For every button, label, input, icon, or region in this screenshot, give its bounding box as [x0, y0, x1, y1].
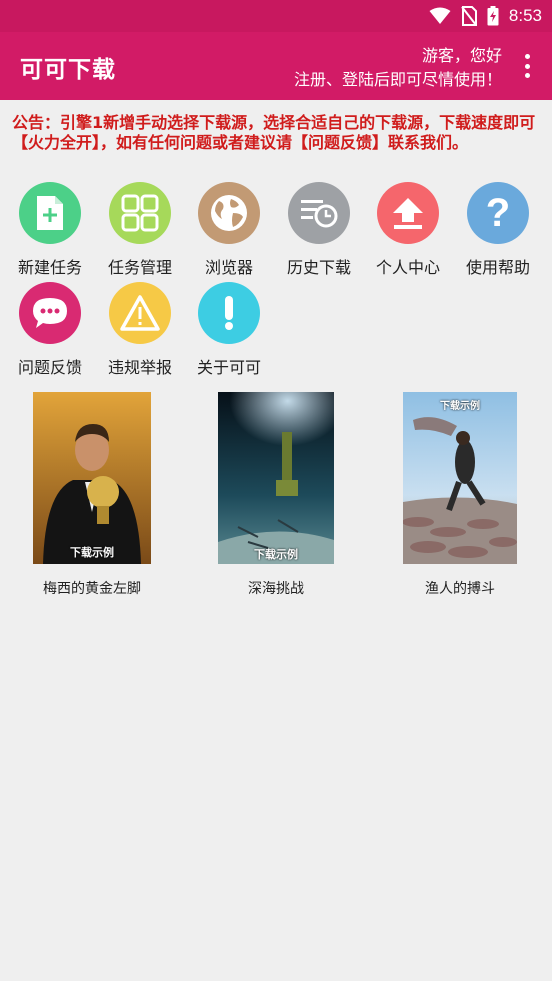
dot-icon	[524, 54, 530, 59]
menu-history[interactable]: 历史下载	[277, 182, 361, 278]
menu-browser[interactable]: 浏览器	[187, 182, 271, 278]
battery-charging-icon	[487, 6, 499, 26]
status-icons: 8:53	[429, 5, 542, 27]
menu-label: 违规举报	[107, 358, 172, 377]
example-title: 梅西的黄金左脚	[43, 581, 141, 597]
menu-about[interactable]: 关于可可	[187, 282, 271, 378]
menu-label: 浏览器	[204, 258, 253, 277]
app-bar: 可可下载 游客，您好 注册、登陆后即可尽情使用！	[0, 32, 552, 100]
thumbnail-image: 下载示例	[33, 392, 151, 564]
watermark-text: 下载示例	[254, 548, 298, 561]
menu-feedback[interactable]: 问题反馈	[8, 282, 92, 378]
upload-arrow-icon	[377, 182, 439, 244]
thumbnail-image: 下载示例	[218, 392, 334, 564]
chat-bubble-icon	[19, 282, 81, 344]
dot-icon	[524, 73, 530, 78]
user-greeting[interactable]: 游客，您好	[422, 42, 502, 66]
app-title: 可可下载	[20, 57, 116, 83]
menu-task-manage[interactable]: 任务管理	[98, 182, 182, 278]
announcement-text: 公告：引擎1新增手动选择下载源，选择合适自己的下载源，下载速度即可【火力全开】，…	[12, 113, 536, 152]
dot-icon	[524, 63, 530, 69]
menu-label: 关于可可	[196, 358, 261, 377]
menu-help[interactable]: ? 使用帮助	[456, 182, 540, 278]
warning-icon	[109, 282, 171, 344]
menu-label: 问题反馈	[17, 358, 82, 377]
user-login-hint[interactable]: 注册、登陆后即可尽情使用！	[294, 66, 502, 90]
history-icon	[288, 182, 350, 244]
watermark-text: 下载示例	[440, 401, 480, 412]
thumbnail-image: 下载示例	[403, 392, 517, 564]
question-icon: ?	[467, 182, 529, 244]
info-exclamation-icon	[198, 282, 260, 344]
no-sim-icon	[461, 6, 477, 26]
new-task-icon	[19, 182, 81, 244]
example-title: 深海挑战	[248, 581, 304, 597]
wifi-icon	[429, 7, 451, 24]
menu-label: 任务管理	[107, 258, 172, 277]
status-bar: 8:53	[0, 0, 552, 32]
menu-label: 个人中心	[375, 258, 440, 277]
menu-label: 新建任务	[17, 258, 82, 277]
menu-profile[interactable]: 个人中心	[366, 182, 450, 278]
example-title: 渔人的搏斗	[425, 581, 495, 597]
menu-new-task[interactable]: 新建任务	[8, 182, 92, 278]
more-options-button[interactable]	[516, 52, 538, 80]
watermark-text: 下载示例	[70, 546, 114, 559]
task-grid-icon	[109, 182, 171, 244]
globe-icon	[198, 182, 260, 244]
menu-label: 历史下载	[286, 258, 351, 277]
status-time: 8:53	[508, 6, 542, 25]
menu-report[interactable]: 违规举报	[98, 282, 182, 378]
menu-label: 使用帮助	[465, 258, 530, 277]
